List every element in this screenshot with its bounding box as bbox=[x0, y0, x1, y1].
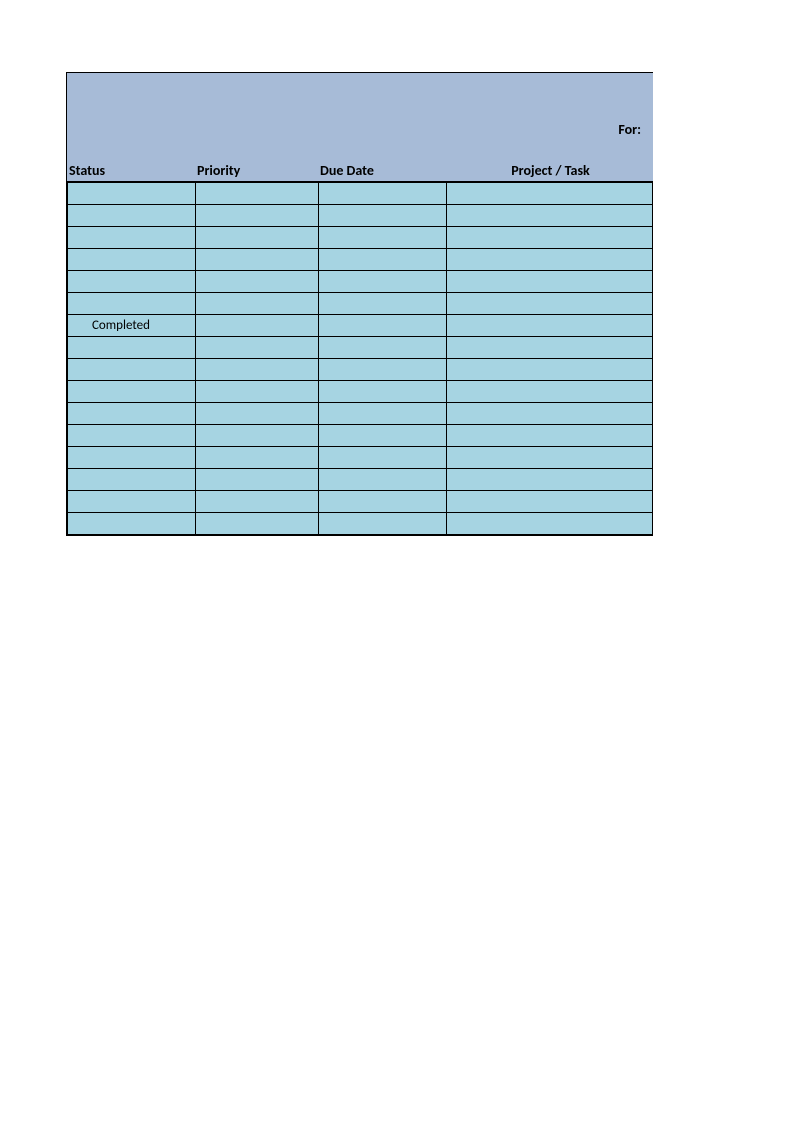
cell-due_date[interactable] bbox=[319, 293, 447, 315]
cell-due_date[interactable] bbox=[319, 337, 447, 359]
cell-priority[interactable] bbox=[196, 183, 319, 205]
cell-task[interactable] bbox=[447, 403, 653, 425]
cell-status[interactable] bbox=[68, 425, 196, 447]
cell-due_date[interactable] bbox=[319, 381, 447, 403]
cell-task[interactable] bbox=[447, 359, 653, 381]
cell-task[interactable] bbox=[447, 271, 653, 293]
cell-priority[interactable] bbox=[196, 513, 319, 535]
sheet-header: For: bbox=[67, 73, 653, 156]
table-row: Completed bbox=[68, 315, 653, 337]
table-row bbox=[68, 271, 653, 293]
task-table: Completed bbox=[67, 182, 653, 535]
cell-priority[interactable] bbox=[196, 249, 319, 271]
table-row bbox=[68, 249, 653, 271]
cell-priority[interactable] bbox=[196, 469, 319, 491]
cell-priority[interactable] bbox=[196, 315, 319, 337]
table-row bbox=[68, 425, 653, 447]
cell-status[interactable] bbox=[68, 447, 196, 469]
cell-priority[interactable] bbox=[196, 227, 319, 249]
cell-task[interactable] bbox=[447, 447, 653, 469]
cell-task[interactable] bbox=[447, 513, 653, 535]
column-header-status: Status bbox=[67, 162, 195, 179]
cell-due_date[interactable] bbox=[319, 359, 447, 381]
cell-due_date[interactable] bbox=[319, 513, 447, 535]
table-row bbox=[68, 227, 653, 249]
column-header-priority: Priority bbox=[195, 162, 318, 179]
cell-priority[interactable] bbox=[196, 425, 319, 447]
cell-status[interactable] bbox=[68, 227, 196, 249]
cell-status[interactable] bbox=[68, 249, 196, 271]
cell-status[interactable] bbox=[68, 381, 196, 403]
table-row bbox=[68, 293, 653, 315]
cell-status[interactable] bbox=[68, 293, 196, 315]
column-header-row: Status Priority Due Date Project / Task bbox=[67, 156, 653, 182]
cell-priority[interactable] bbox=[196, 403, 319, 425]
cell-priority[interactable] bbox=[196, 381, 319, 403]
cell-task[interactable] bbox=[447, 205, 653, 227]
cell-task[interactable] bbox=[447, 227, 653, 249]
cell-status[interactable] bbox=[68, 205, 196, 227]
cell-task[interactable] bbox=[447, 425, 653, 447]
cell-due_date[interactable] bbox=[319, 425, 447, 447]
cell-due_date[interactable] bbox=[319, 315, 447, 337]
cell-due_date[interactable] bbox=[319, 403, 447, 425]
table-row bbox=[68, 403, 653, 425]
cell-priority[interactable] bbox=[196, 205, 319, 227]
cell-status[interactable] bbox=[68, 469, 196, 491]
column-header-due-date: Due Date bbox=[318, 162, 446, 179]
column-header-project-task: Project / Task bbox=[446, 162, 653, 179]
cell-status[interactable] bbox=[68, 491, 196, 513]
table-row bbox=[68, 491, 653, 513]
table-row bbox=[68, 513, 653, 535]
task-sheet: For: Status Priority Due Date Project / … bbox=[66, 72, 653, 536]
for-label: For: bbox=[618, 121, 641, 138]
cell-due_date[interactable] bbox=[319, 491, 447, 513]
cell-status[interactable] bbox=[68, 271, 196, 293]
table-row bbox=[68, 183, 653, 205]
cell-task[interactable] bbox=[447, 315, 653, 337]
cell-status[interactable] bbox=[68, 359, 196, 381]
table-row bbox=[68, 381, 653, 403]
cell-priority[interactable] bbox=[196, 337, 319, 359]
cell-due_date[interactable] bbox=[319, 249, 447, 271]
cell-status[interactable] bbox=[68, 337, 196, 359]
table-row bbox=[68, 205, 653, 227]
cell-due_date[interactable] bbox=[319, 205, 447, 227]
cell-status[interactable] bbox=[68, 183, 196, 205]
cell-due_date[interactable] bbox=[319, 183, 447, 205]
cell-task[interactable] bbox=[447, 293, 653, 315]
cell-due_date[interactable] bbox=[319, 447, 447, 469]
table-row bbox=[68, 359, 653, 381]
cell-task[interactable] bbox=[447, 183, 653, 205]
cell-status[interactable] bbox=[68, 403, 196, 425]
cell-task[interactable] bbox=[447, 337, 653, 359]
cell-due_date[interactable] bbox=[319, 227, 447, 249]
cell-task[interactable] bbox=[447, 249, 653, 271]
cell-due_date[interactable] bbox=[319, 469, 447, 491]
cell-priority[interactable] bbox=[196, 293, 319, 315]
cell-task[interactable] bbox=[447, 381, 653, 403]
table-row bbox=[68, 469, 653, 491]
cell-priority[interactable] bbox=[196, 491, 319, 513]
cell-task[interactable] bbox=[447, 491, 653, 513]
cell-status[interactable] bbox=[68, 513, 196, 535]
cell-priority[interactable] bbox=[196, 447, 319, 469]
table-row bbox=[68, 447, 653, 469]
cell-due_date[interactable] bbox=[319, 271, 447, 293]
table-row bbox=[68, 337, 653, 359]
cell-priority[interactable] bbox=[196, 359, 319, 381]
cell-priority[interactable] bbox=[196, 271, 319, 293]
cell-task[interactable] bbox=[447, 469, 653, 491]
cell-status[interactable]: Completed bbox=[68, 315, 196, 337]
